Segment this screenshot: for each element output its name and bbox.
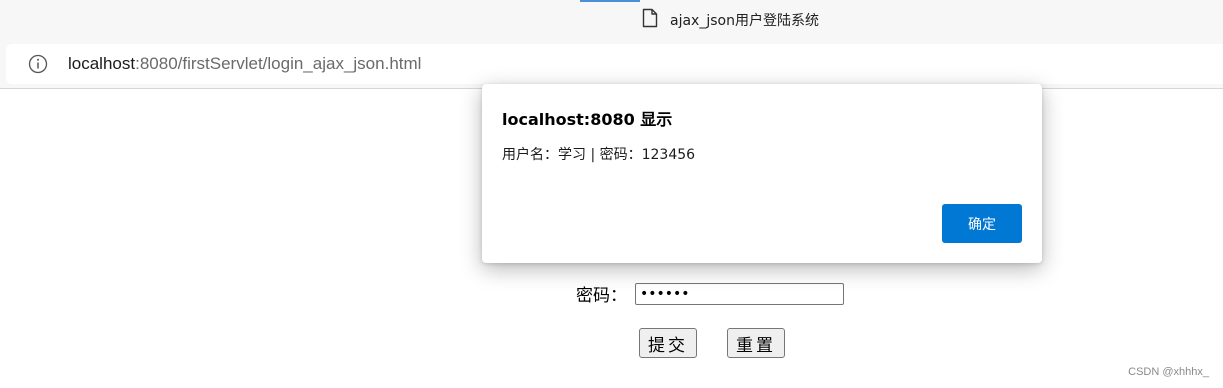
password-row: 密码： bbox=[576, 281, 844, 306]
password-field[interactable] bbox=[635, 282, 844, 305]
url-text[interactable]: localhost:8080/firstServlet/login_ajax_j… bbox=[68, 54, 421, 74]
watermark: CSDN @xhhhx_ bbox=[1128, 366, 1209, 378]
ok-button[interactable]: 确定 bbox=[942, 204, 1022, 243]
alert-dialog: localhost:8080 显示 用户名：学习 | 密码：123456 确定 bbox=[482, 84, 1042, 263]
browser-tab[interactable]: ajax_json用户登陆系统 bbox=[642, 8, 819, 32]
dialog-message: 用户名：学习 | 密码：123456 bbox=[502, 147, 696, 163]
reset-button[interactable]: 重置 bbox=[727, 328, 785, 358]
url-path: :8080/firstServlet/login_ajax_json.html bbox=[135, 54, 422, 73]
password-label: 密码： bbox=[576, 286, 627, 306]
info-icon[interactable] bbox=[28, 54, 48, 74]
address-bar[interactable]: localhost:8080/firstServlet/login_ajax_j… bbox=[6, 44, 1223, 84]
document-icon bbox=[642, 8, 658, 32]
active-tab-indicator bbox=[580, 0, 640, 2]
address-bar-row: localhost:8080/firstServlet/login_ajax_j… bbox=[0, 40, 1223, 89]
submit-button[interactable]: 提交 bbox=[639, 328, 697, 358]
url-host: localhost bbox=[68, 54, 136, 73]
tab-strip: ajax_json用户登陆系统 bbox=[0, 0, 1223, 40]
tab-title: ajax_json用户登陆系统 bbox=[670, 13, 819, 29]
dialog-title: localhost:8080 显示 bbox=[502, 110, 673, 129]
